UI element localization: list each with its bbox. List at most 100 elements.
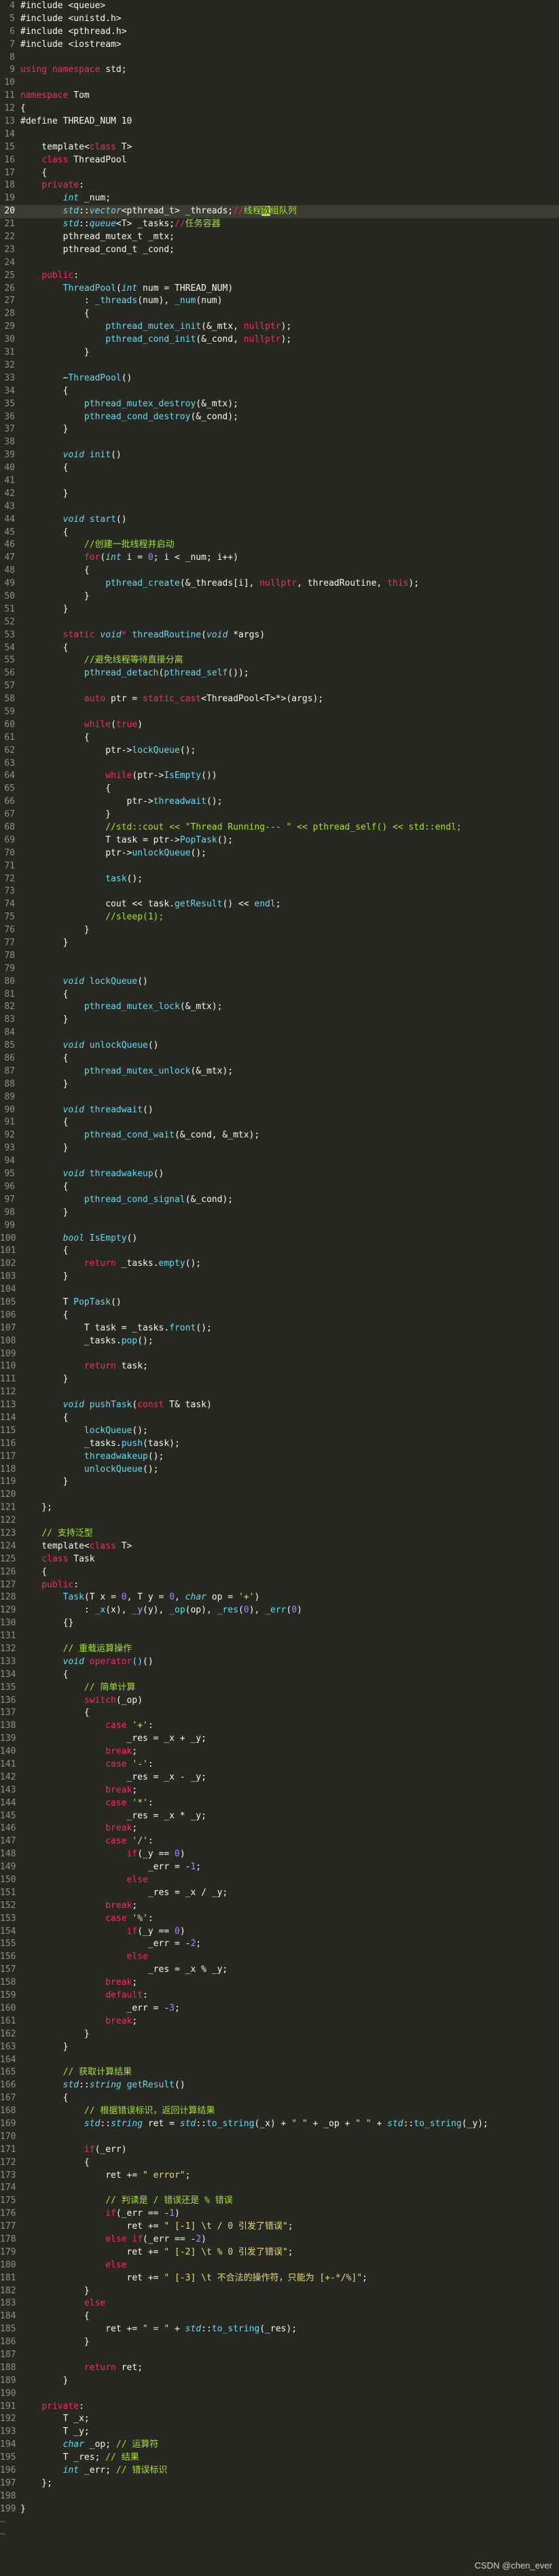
code-line[interactable]: 75 //sleep(1);: [0, 911, 559, 924]
code-line[interactable]: 121 };: [0, 1502, 559, 1515]
code-line[interactable]: 113 void pushTask(const T& task): [0, 1399, 559, 1412]
code-line[interactable]: 126 {: [0, 1566, 559, 1579]
code-line[interactable]: 14: [0, 128, 559, 141]
code-line[interactable]: 74 cout << task.getResult() << endl;: [0, 898, 559, 911]
code-line[interactable]: 64 while(ptr->IsEmpty()): [0, 770, 559, 783]
code-line[interactable]: 127 public:: [0, 1579, 559, 1592]
code-line[interactable]: 66 ptr->threadwait();: [0, 796, 559, 809]
code-line[interactable]: 147 case '/':: [0, 1835, 559, 1848]
code-line[interactable]: 48 {: [0, 565, 559, 578]
code-line[interactable]: 26 ThreadPool(int num = THREAD_NUM): [0, 283, 559, 296]
code-line[interactable]: 155 _err = -2;: [0, 1938, 559, 1951]
code-line[interactable]: 163 }: [0, 2041, 559, 2054]
code-line[interactable]: 35 pthread_mutex_destroy(&_mtx);: [0, 398, 559, 411]
code-line[interactable]: 176 if(_err == -1): [0, 2208, 559, 2221]
code-line[interactable]: 110 return task;: [0, 1360, 559, 1373]
code-line[interactable]: 52: [0, 616, 559, 629]
code-line[interactable]: 185 ret += " = " + std::to_string(_res);: [0, 2323, 559, 2336]
code-line[interactable]: 166 std::string getResult(): [0, 2079, 559, 2092]
code-line[interactable]: 62 ptr->lockQueue();: [0, 745, 559, 758]
code-line[interactable]: 73: [0, 885, 559, 898]
code-line[interactable]: 148 if(_y == 0): [0, 1848, 559, 1861]
code-line[interactable]: 124 template<class T>: [0, 1540, 559, 1553]
code-line[interactable]: 17 {: [0, 167, 559, 180]
code-line[interactable]: 55 //避免线程等待直接分离: [0, 654, 559, 667]
code-line[interactable]: 153 case '%':: [0, 1913, 559, 1926]
code-line[interactable]: 139 _res = _x + _y;: [0, 1733, 559, 1746]
code-line[interactable]: 24: [0, 257, 559, 270]
code-line[interactable]: 42 }: [0, 488, 559, 501]
code-line[interactable]: 158 break;: [0, 1977, 559, 1990]
code-line[interactable]: 142 _res = _x - _y;: [0, 1771, 559, 1784]
code-line[interactable]: 152 break;: [0, 1900, 559, 1913]
code-line[interactable]: 106 {: [0, 1309, 559, 1322]
code-line[interactable]: 105 T PopTask(): [0, 1296, 559, 1309]
code-line[interactable]: 28 {: [0, 308, 559, 321]
code-line[interactable]: 63: [0, 758, 559, 771]
code-line[interactable]: 133 void operator()(): [0, 1656, 559, 1669]
code-line[interactable]: 8: [0, 52, 559, 65]
code-line[interactable]: 162 }: [0, 2028, 559, 2041]
code-line[interactable]: 61 {: [0, 732, 559, 745]
code-line[interactable]: 145 _res = _x * _y;: [0, 1810, 559, 1823]
code-line[interactable]: 101 {: [0, 1245, 559, 1258]
code-line[interactable]: 51 }: [0, 603, 559, 616]
code-line[interactable]: 94: [0, 1155, 559, 1168]
code-line[interactable]: 181 ret += " [-3] \t 不合法的操作符，只能为 [+-*/%]…: [0, 2272, 559, 2285]
code-line[interactable]: 175 // 判读是 / 错误还是 % 错误: [0, 2195, 559, 2208]
code-line[interactable]: 88 }: [0, 1078, 559, 1091]
code-line[interactable]: 160 _err = -3;: [0, 2002, 559, 2015]
code-line[interactable]: 128 Task(T x = 0, T y = 0, char op = '+'…: [0, 1591, 559, 1604]
code-line[interactable]: 85 void unlockQueue(): [0, 1040, 559, 1053]
code-line[interactable]: 87 pthread_mutex_unlock(&_mtx);: [0, 1065, 559, 1078]
code-line[interactable]: 4 #include <queue>: [0, 0, 559, 13]
code-line[interactable]: 171 if(_err): [0, 2144, 559, 2157]
code-line[interactable]: 78: [0, 950, 559, 963]
code-line[interactable]: 56 pthread_detach(pthread_self());: [0, 667, 559, 680]
code-line[interactable]: 43: [0, 501, 559, 514]
code-line[interactable]: 15 template<class T>: [0, 141, 559, 154]
code-line[interactable]: 150 else: [0, 1874, 559, 1887]
code-line[interactable]: 129 : _x(x), _y(y), _op(op), _res(0), _e…: [0, 1604, 559, 1617]
code-line[interactable]: 37 }: [0, 423, 559, 436]
code-line[interactable]: 197 };: [0, 2477, 559, 2490]
code-line[interactable]: 6 #include <pthread.h>: [0, 26, 559, 39]
code-line[interactable]: 111 }: [0, 1373, 559, 1386]
code-line[interactable]: 187: [0, 2349, 559, 2362]
code-line[interactable]: 76 }: [0, 924, 559, 937]
code-line[interactable]: 146 break;: [0, 1822, 559, 1835]
code-line[interactable]: 49 pthread_create(&_threads[i], nullptr,…: [0, 578, 559, 590]
code-line[interactable]: 79: [0, 963, 559, 976]
code-line[interactable]: 117 threadwakeup();: [0, 1451, 559, 1464]
code-line[interactable]: 132 // 重载运算操作: [0, 1643, 559, 1656]
code-line[interactable]: 199}: [0, 2503, 559, 2516]
code-line[interactable]: 33 ~ThreadPool(): [0, 372, 559, 385]
code-line[interactable]: 178 else if(_err == -2): [0, 2234, 559, 2246]
code-line[interactable]: 180 else: [0, 2259, 559, 2272]
code-line[interactable]: 157 _res = _x % _y;: [0, 1964, 559, 1977]
code-line[interactable]: 183 else: [0, 2297, 559, 2310]
code-line[interactable]: 169 std::string ret = std::to_string(_x)…: [0, 2118, 559, 2131]
code-line[interactable]: 70 ptr->unlockQueue();: [0, 847, 559, 860]
code-line[interactable]: 77 }: [0, 937, 559, 950]
code-line[interactable]: 164: [0, 2054, 559, 2067]
code-line[interactable]: 116 _tasks.push(task);: [0, 1438, 559, 1451]
code-line[interactable]: 96 {: [0, 1181, 559, 1194]
code-line[interactable]: 149 _err = -1;: [0, 1861, 559, 1874]
code-line[interactable]: 134 {: [0, 1669, 559, 1682]
code-line[interactable]: 154 if(_y == 0): [0, 1926, 559, 1939]
code-line[interactable]: 168 // 根据错误标识，返回计算结果: [0, 2105, 559, 2118]
code-line[interactable]: 57: [0, 680, 559, 693]
code-line[interactable]: 123 // 支持泛型: [0, 1528, 559, 1540]
code-line[interactable]: 71: [0, 860, 559, 873]
code-line[interactable]: 108 _tasks.pop();: [0, 1335, 559, 1348]
code-line[interactable]: 156 else: [0, 1951, 559, 1964]
code-line[interactable]: 53 static void* threadRoutine(void *args…: [0, 629, 559, 642]
code-line[interactable]: 100 bool IsEmpty(): [0, 1233, 559, 1246]
code-line[interactable]: 47 for(int i = 0; i < _num; i++): [0, 552, 559, 565]
code-line[interactable]: 58 auto ptr = static_cast<ThreadPool<T>*…: [0, 693, 559, 706]
code-line[interactable]: 174: [0, 2182, 559, 2195]
code-line[interactable]: 136 switch(_op): [0, 1695, 559, 1708]
code-line[interactable]: 103 }: [0, 1271, 559, 1284]
code-line[interactable]: 69 T task = ptr->PopTask();: [0, 834, 559, 847]
